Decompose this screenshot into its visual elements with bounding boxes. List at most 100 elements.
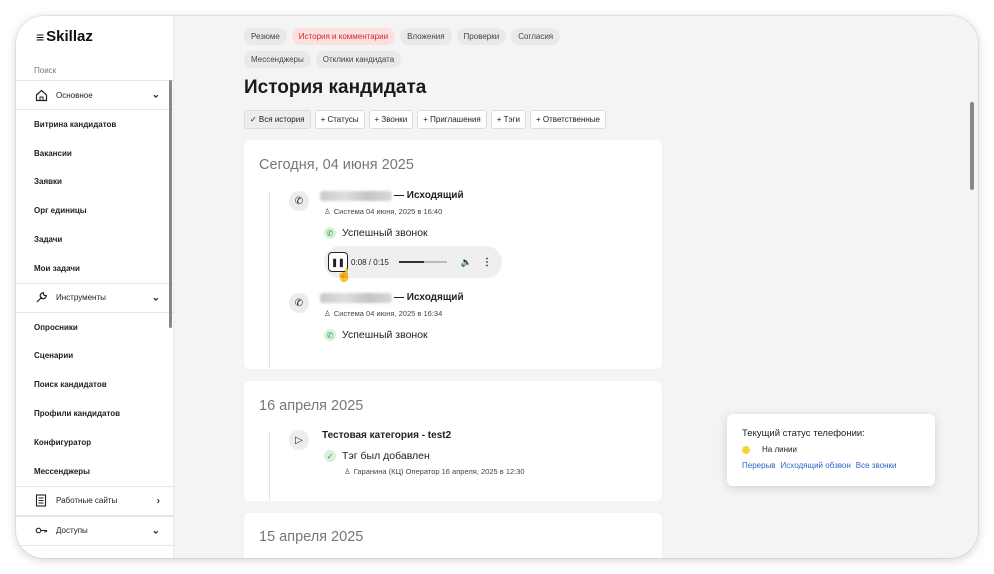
volume-icon[interactable]: 🔈 bbox=[461, 257, 472, 268]
main-scrollbar[interactable] bbox=[970, 102, 974, 190]
tab-resume[interactable]: Резюме bbox=[244, 28, 287, 45]
document-icon bbox=[34, 494, 48, 508]
page-title: История кандидата bbox=[244, 77, 427, 98]
player-time: 0:08 / 0:15 bbox=[351, 257, 389, 267]
phone-icon: ✆ bbox=[289, 293, 309, 313]
event-title-text: — Исходящий bbox=[394, 190, 464, 201]
telephony-links: Перерыв Исходящий обзвон Все звонки bbox=[742, 461, 896, 470]
logo[interactable]: ≡ Skillaz bbox=[36, 28, 93, 45]
more-options-icon[interactable]: ⋮ bbox=[482, 257, 492, 268]
wrench-icon bbox=[34, 291, 48, 305]
event-status-text: Успешный звонок bbox=[342, 329, 428, 341]
sidebar: ≡ Skillaz Поиск Основное ⌄ Витрина канди… bbox=[16, 16, 174, 558]
chevron-down-icon: ⌄ bbox=[151, 89, 160, 101]
sidebar-item-my-tasks[interactable]: Мои задачи bbox=[16, 254, 174, 283]
event-title: — Исходящий bbox=[320, 190, 464, 201]
event-meta-text: Гаранина (КЦ) Оператор 16 апреля, 2025 в… bbox=[353, 467, 525, 476]
tab-messengers[interactable]: Мессенджеры bbox=[244, 51, 311, 68]
sidebar-item-org-units[interactable]: Орг единицы bbox=[16, 196, 174, 225]
event-title-text: Тестовая категория - test2 bbox=[322, 430, 452, 441]
timeline-line bbox=[269, 192, 270, 368]
history-day-card: 16 апреля 2025 ▷ Тестовая категория - te… bbox=[244, 381, 662, 501]
event-meta: ♙ Система 04 июня, 2025 в 16:34 bbox=[324, 309, 442, 318]
sidebar-item-scenarios[interactable]: Сценарии bbox=[16, 342, 174, 371]
user-icon: ♙ bbox=[324, 309, 331, 318]
outgoing-dialing-link[interactable]: Исходящий обзвон bbox=[781, 461, 851, 470]
check-icon: ✓ bbox=[324, 450, 336, 462]
event-status: ✆ Успешный звонок bbox=[324, 227, 428, 239]
home-icon bbox=[34, 88, 48, 102]
skillaz-logo-icon: ≡ bbox=[36, 28, 44, 45]
player-progress-bar[interactable] bbox=[398, 261, 447, 263]
sidebar-item-configurator[interactable]: Конфигуратор bbox=[16, 428, 174, 457]
telephony-title: Текущий статус телефонии: bbox=[742, 428, 865, 439]
event-title: — Исходящий bbox=[320, 292, 464, 303]
history-day-card: Сегодня, 04 июня 2025 ✆ — Исходящий ♙ Си… bbox=[244, 140, 662, 369]
sidebar-group-label: Основное bbox=[56, 90, 93, 100]
filter-all-history[interactable]: ✓ Вся история bbox=[244, 110, 311, 129]
sidebar-group-main[interactable]: Основное ⌄ bbox=[16, 80, 174, 110]
tab-responses[interactable]: Отклики кандидата bbox=[315, 51, 402, 68]
history-filters: ✓ Вся история + Статусы + Звонки + Пригл… bbox=[244, 110, 607, 129]
telephony-status-text: На линии bbox=[762, 445, 797, 454]
sidebar-item-tasks[interactable]: Задачи bbox=[16, 225, 174, 254]
sidebar-item-candidates-showcase[interactable]: Витрина кандидатов bbox=[16, 110, 174, 139]
tab-history[interactable]: История и комментарии bbox=[291, 28, 396, 45]
telephony-status-panel: Текущий статус телефонии: На линии Перер… bbox=[727, 414, 935, 486]
tab-consents[interactable]: Согласия bbox=[511, 28, 561, 45]
player-progress-fill bbox=[398, 261, 425, 263]
filter-calls[interactable]: + Звонки bbox=[368, 110, 414, 129]
sidebar-group-label: Доступы bbox=[56, 526, 88, 536]
day-date: 15 апреля 2025 bbox=[259, 529, 364, 545]
history-day-card: 15 апреля 2025 bbox=[244, 513, 662, 558]
status-dot-icon bbox=[742, 445, 750, 454]
sidebar-item-vacancies[interactable]: Вакансии bbox=[16, 139, 174, 168]
sidebar-item-messengers[interactable]: Мессенджеры bbox=[16, 457, 174, 486]
hand-cursor-icon: ☝ bbox=[336, 267, 353, 282]
sidebar-group-label: Работные сайты bbox=[56, 496, 118, 506]
flag-icon: ▷ bbox=[289, 430, 309, 450]
event-status-text: Успешный звонок bbox=[342, 227, 428, 239]
user-icon: ♙ bbox=[324, 207, 331, 216]
break-link[interactable]: Перерыв bbox=[742, 461, 776, 470]
tab-attachments[interactable]: Вложения bbox=[400, 28, 452, 45]
event-meta-text: Система 04 июня, 2025 в 16:34 bbox=[333, 309, 443, 318]
day-date: 16 апреля 2025 bbox=[259, 398, 364, 414]
sidebar-item-requests[interactable]: Заявки bbox=[16, 168, 174, 197]
sidebar-group-access[interactable]: Доступы ⌄ bbox=[16, 515, 174, 546]
chevron-down-icon: ⌄ bbox=[151, 525, 160, 537]
phone-icon: ✆ bbox=[289, 191, 309, 211]
sidebar-item-questionnaires[interactable]: Опросники bbox=[16, 313, 174, 342]
phone-success-icon: ✆ bbox=[324, 227, 336, 239]
timeline-line bbox=[269, 431, 270, 501]
event-meta: ♙ Система 04 июня, 2025 в 16:40 bbox=[324, 207, 442, 216]
tab-checks[interactable]: Проверки bbox=[456, 28, 507, 45]
sidebar-scrollbar[interactable] bbox=[169, 80, 172, 328]
event-title: Тестовая категория - test2 bbox=[322, 430, 451, 441]
user-icon: ♙ bbox=[344, 467, 351, 476]
sidebar-group-tools[interactable]: Инструменты ⌄ bbox=[16, 282, 174, 313]
sidebar-item-candidate-profiles[interactable]: Профили кандидатов bbox=[16, 399, 174, 428]
event-meta: ♙ Гаранина (КЦ) Оператор 16 апреля, 2025… bbox=[344, 467, 525, 476]
event-meta-text: Система 04 июня, 2025 в 16:40 bbox=[333, 207, 443, 216]
logo-text: Skillaz bbox=[46, 28, 93, 45]
sidebar-item-candidate-search[interactable]: Поиск кандидатов bbox=[16, 370, 174, 399]
filter-tags[interactable]: + Тэги bbox=[490, 110, 526, 129]
chevron-down-icon: ⌄ bbox=[151, 292, 160, 304]
filter-statuses[interactable]: + Статусы bbox=[314, 110, 365, 129]
event-title-text: — Исходящий bbox=[394, 292, 464, 303]
telephony-status: На линии bbox=[742, 445, 797, 454]
filter-invitations[interactable]: + Приглашения bbox=[417, 110, 487, 129]
candidate-tabs: Резюме История и комментарии Вложения Пр… bbox=[244, 28, 604, 68]
key-icon bbox=[34, 524, 48, 538]
day-date: Сегодня, 04 июня 2025 bbox=[259, 157, 414, 173]
phone-success-icon: ✆ bbox=[324, 329, 336, 341]
sidebar-search[interactable]: Поиск bbox=[34, 66, 56, 75]
filter-responsibles[interactable]: + Ответственные bbox=[530, 110, 607, 129]
sidebar-group-job-sites[interactable]: Работные сайты › bbox=[16, 485, 174, 516]
blurred-phone-number bbox=[320, 292, 392, 303]
all-calls-link[interactable]: Все звонки bbox=[856, 461, 897, 470]
sidebar-nav: Основное ⌄ Витрина кандидатов Вакансии З… bbox=[16, 80, 174, 546]
event-status: ✆ Успешный звонок bbox=[324, 329, 428, 341]
blurred-phone-number bbox=[320, 190, 392, 201]
